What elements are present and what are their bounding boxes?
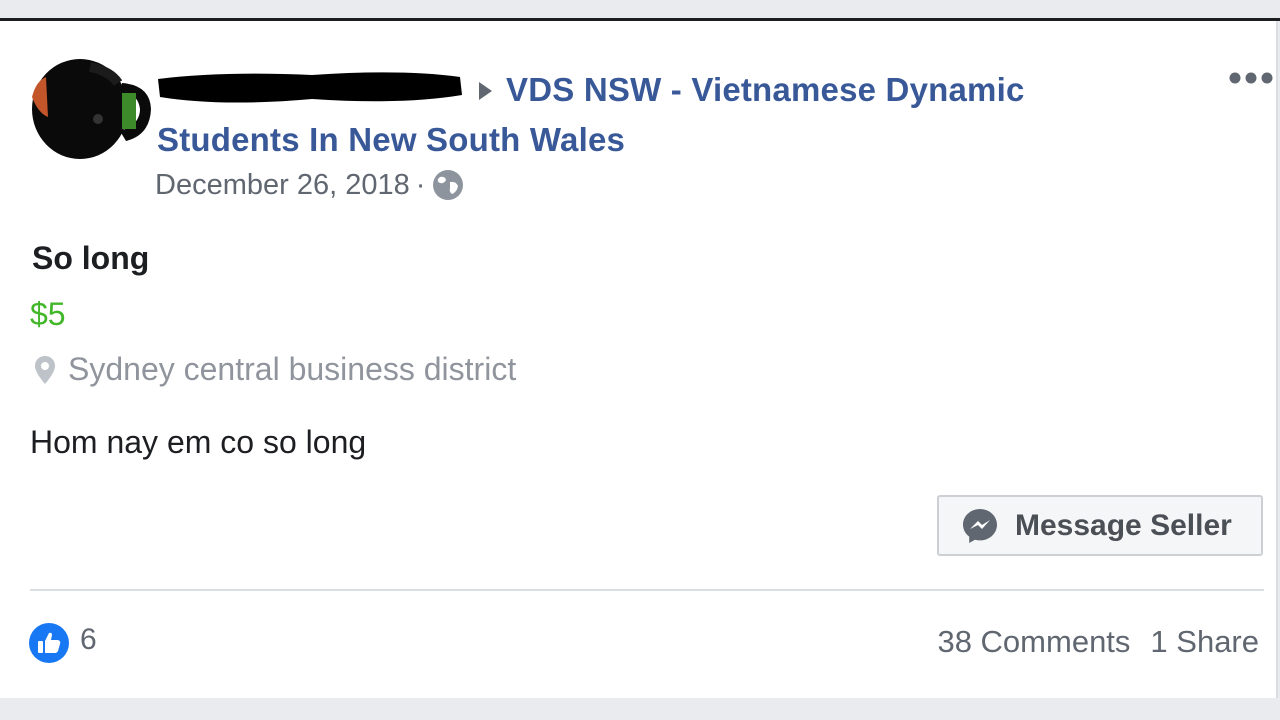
globe-icon[interactable] xyxy=(431,168,465,202)
message-seller-button[interactable]: Message Seller xyxy=(937,495,1263,556)
like-count[interactable]: 6 xyxy=(80,623,97,657)
top-window-edge xyxy=(0,0,1280,21)
messenger-icon xyxy=(963,508,997,543)
listing-price: $5 xyxy=(30,296,66,332)
comments-link[interactable]: 38 Comments xyxy=(937,624,1130,660)
footer-divider xyxy=(30,589,1264,591)
bottom-window-edge xyxy=(0,698,1280,720)
more-options-icon[interactable] xyxy=(1228,70,1274,86)
author-avatar[interactable] xyxy=(30,57,152,163)
marketplace-post-card: VDS NSW - Vietnamese Dynamic Students In… xyxy=(0,21,1278,698)
listing-location: Sydney central business district xyxy=(34,351,516,388)
caret-right-icon xyxy=(479,82,492,100)
listing-title: So long xyxy=(32,240,150,276)
group-link[interactable]: VDS NSW - Vietnamese Dynamic Students In… xyxy=(157,71,1025,158)
meta-separator: · xyxy=(415,168,426,201)
map-pin-icon xyxy=(35,355,55,384)
engagement-stats: 38 Comments 1 Share xyxy=(937,624,1259,660)
listing-description: Hom nay em co so long xyxy=(30,424,367,460)
post-meta: December 26, 2018 · xyxy=(155,168,465,202)
thumbs-up-icon[interactable] xyxy=(28,622,70,664)
message-seller-label: Message Seller xyxy=(1015,508,1232,542)
location-text: Sydney central business district xyxy=(68,351,517,387)
shares-link[interactable]: 1 Share xyxy=(1150,624,1259,660)
post-date[interactable]: December 26, 2018 xyxy=(155,169,410,202)
post-header: VDS NSW - Vietnamese Dynamic Students In… xyxy=(157,65,1157,165)
